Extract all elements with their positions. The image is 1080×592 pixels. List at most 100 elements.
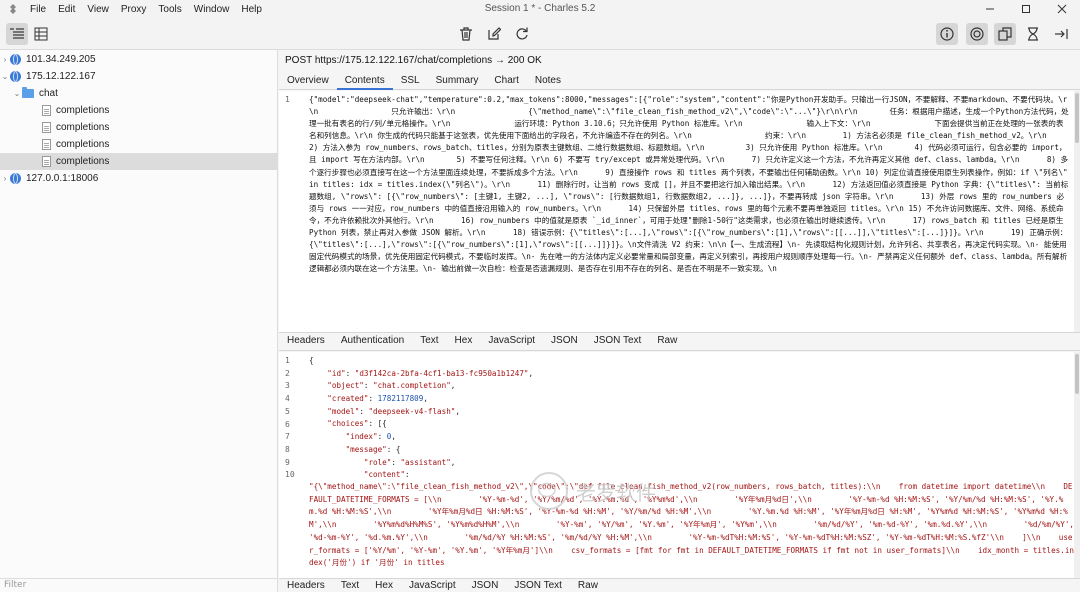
json-line: "role": "assistant", xyxy=(363,457,456,467)
request-body-pane[interactable]: 1 {"model":"deepseek-chat","temperature"… xyxy=(279,91,1080,333)
breakpoint-icon[interactable] xyxy=(1022,23,1044,45)
tree-host-row[interactable]: ⌄ 175.12.122.167 xyxy=(0,68,277,85)
json-line: "message": { xyxy=(345,444,401,454)
menu-view[interactable]: View xyxy=(87,4,109,15)
sequence-view-icon[interactable] xyxy=(30,23,52,45)
tab-authentication[interactable]: Authentication xyxy=(333,333,412,350)
tab-text[interactable]: Text xyxy=(333,579,367,592)
menu-help[interactable]: Help xyxy=(241,4,262,15)
response-body-pane[interactable]: 1 2 3 4 5 6 7 8 9 10 { "id": "d3f142ca-2… xyxy=(279,352,1080,578)
maximize-icon[interactable] xyxy=(1008,0,1044,18)
json-line: "choices": [{ xyxy=(327,419,387,429)
info-icon[interactable] xyxy=(936,23,958,45)
json-line: "model": "deepseek-v4-flash", xyxy=(327,406,460,416)
record-icon[interactable] xyxy=(966,23,988,45)
tab-overview[interactable]: Overview xyxy=(279,73,337,90)
close-icon[interactable] xyxy=(1044,0,1080,18)
host-label: 127.0.0.1:18006 xyxy=(26,173,99,184)
export-icon[interactable] xyxy=(1050,23,1072,45)
request-label: completions xyxy=(56,139,110,150)
tab-chart[interactable]: Chart xyxy=(486,73,526,90)
tab-text[interactable]: Text xyxy=(412,333,446,350)
edit-icon[interactable] xyxy=(483,23,505,45)
request-summary: POST https://175.12.122.167/chat/complet… xyxy=(285,55,542,66)
chevron-right-icon[interactable]: › xyxy=(0,174,10,183)
window-controls xyxy=(972,0,1080,18)
detail-panel: POST https://175.12.122.167/chat/complet… xyxy=(279,50,1080,592)
tree-request-row[interactable]: completions xyxy=(0,102,277,119)
response-json-tree: { "id": "d3f142ca-2bfa-4cf1-ba13-fc950a1… xyxy=(309,355,1075,482)
vertical-scrollbar[interactable] xyxy=(1074,91,1080,332)
menu-file[interactable]: File xyxy=(30,4,46,15)
chevron-down-icon[interactable]: ⌄ xyxy=(0,72,10,81)
tree-host-row[interactable]: › 101.34.249.205 xyxy=(0,51,277,68)
charles-window: File Edit View Proxy Tools Window Help S… xyxy=(0,0,1080,592)
folder-icon xyxy=(22,87,34,98)
structure-view-icon[interactable] xyxy=(6,23,28,45)
watermark: 老罗软件 xyxy=(530,472,656,510)
tab-headers[interactable]: Headers xyxy=(279,333,333,350)
globe-icon xyxy=(10,71,21,82)
menu-edit[interactable]: Edit xyxy=(58,4,75,15)
tab-json-text[interactable]: JSON Text xyxy=(506,579,570,592)
menu-window[interactable]: Window xyxy=(194,4,230,15)
json-role-value: assistant xyxy=(405,457,447,467)
json-line: "content": xyxy=(363,470,410,480)
session-tree: › 101.34.249.205 ⌄ 175.12.122.167 ⌄ chat… xyxy=(0,50,278,592)
chevron-right-icon[interactable]: › xyxy=(0,55,10,64)
line-number: 7 xyxy=(285,432,290,442)
minimize-icon[interactable] xyxy=(972,0,1008,18)
json-line: "object": "chat.completion", xyxy=(327,381,456,391)
json-line: { xyxy=(309,356,314,365)
tab-contents[interactable]: Contents xyxy=(336,73,393,90)
tab-json[interactable]: JSON xyxy=(464,579,507,592)
scrollbar-thumb[interactable] xyxy=(1075,354,1079,394)
toolbar xyxy=(0,18,1080,50)
vertical-scrollbar[interactable] xyxy=(1074,352,1080,578)
globe-icon xyxy=(10,173,21,184)
line-gutter: 1 xyxy=(279,91,303,332)
tab-raw[interactable]: Raw xyxy=(570,579,606,592)
menu-proxy[interactable]: Proxy xyxy=(121,4,147,15)
filter-input[interactable]: Filter xyxy=(0,578,277,592)
line-number: 8 xyxy=(285,444,290,454)
tree-folder-row[interactable]: ⌄ chat xyxy=(0,85,277,102)
tab-json-text[interactable]: JSON Text xyxy=(586,333,650,350)
charles-app-icon xyxy=(6,2,20,16)
file-icon xyxy=(42,122,51,133)
tab-summary[interactable]: Summary xyxy=(428,73,487,90)
json-line: "index": 0, xyxy=(345,432,396,442)
tab-javascript[interactable]: JavaScript xyxy=(480,333,543,350)
tree-request-row[interactable]: completions xyxy=(0,119,277,136)
line-number: 9 xyxy=(285,457,290,467)
json-id-value: d3f142ca-2bfa-4cf1-ba13-fc950a1b1247 xyxy=(359,368,524,378)
line-number: 1 xyxy=(285,356,290,365)
tab-raw[interactable]: Raw xyxy=(649,333,685,350)
tree-request-row[interactable]: completions xyxy=(0,136,277,153)
trash-icon[interactable] xyxy=(455,23,477,45)
host-label: 175.12.122.167 xyxy=(26,71,96,82)
watermark-text: 老罗软件 xyxy=(576,480,656,505)
menu-tools[interactable]: Tools xyxy=(158,4,181,15)
json-model-value: deepseek-v4-flash xyxy=(373,406,451,416)
tab-ssl[interactable]: SSL xyxy=(393,73,428,90)
tab-hex[interactable]: Hex xyxy=(447,333,481,350)
throttle-icon[interactable] xyxy=(994,23,1016,45)
tab-headers[interactable]: Headers xyxy=(279,579,333,592)
tab-notes[interactable]: Notes xyxy=(527,73,569,90)
tab-json[interactable]: JSON xyxy=(543,333,586,350)
chevron-down-icon[interactable]: ⌄ xyxy=(12,89,22,98)
request-label: completions xyxy=(56,122,110,133)
request-label: completions xyxy=(56,156,110,167)
tree-request-row-selected[interactable]: completions xyxy=(0,153,277,170)
json-line: "id": "d3f142ca-2bfa-4cf1-ba13-fc950a1b1… xyxy=(327,368,534,378)
refresh-icon[interactable] xyxy=(511,23,533,45)
json-line: "created": 1782117809, xyxy=(327,394,428,404)
tab-javascript[interactable]: JavaScript xyxy=(401,579,464,592)
json-created-value: 1782117809 xyxy=(377,394,424,404)
tree-host-row[interactable]: › 127.0.0.1:18006 xyxy=(0,170,277,187)
tab-hex[interactable]: Hex xyxy=(367,579,401,592)
top-tab-bar: Overview Contents SSL Summary Chart Note… xyxy=(279,73,1080,90)
scrollbar-thumb[interactable] xyxy=(1075,93,1079,143)
request-format-tab-bar: Headers Authentication Text Hex JavaScri… xyxy=(279,333,1080,351)
